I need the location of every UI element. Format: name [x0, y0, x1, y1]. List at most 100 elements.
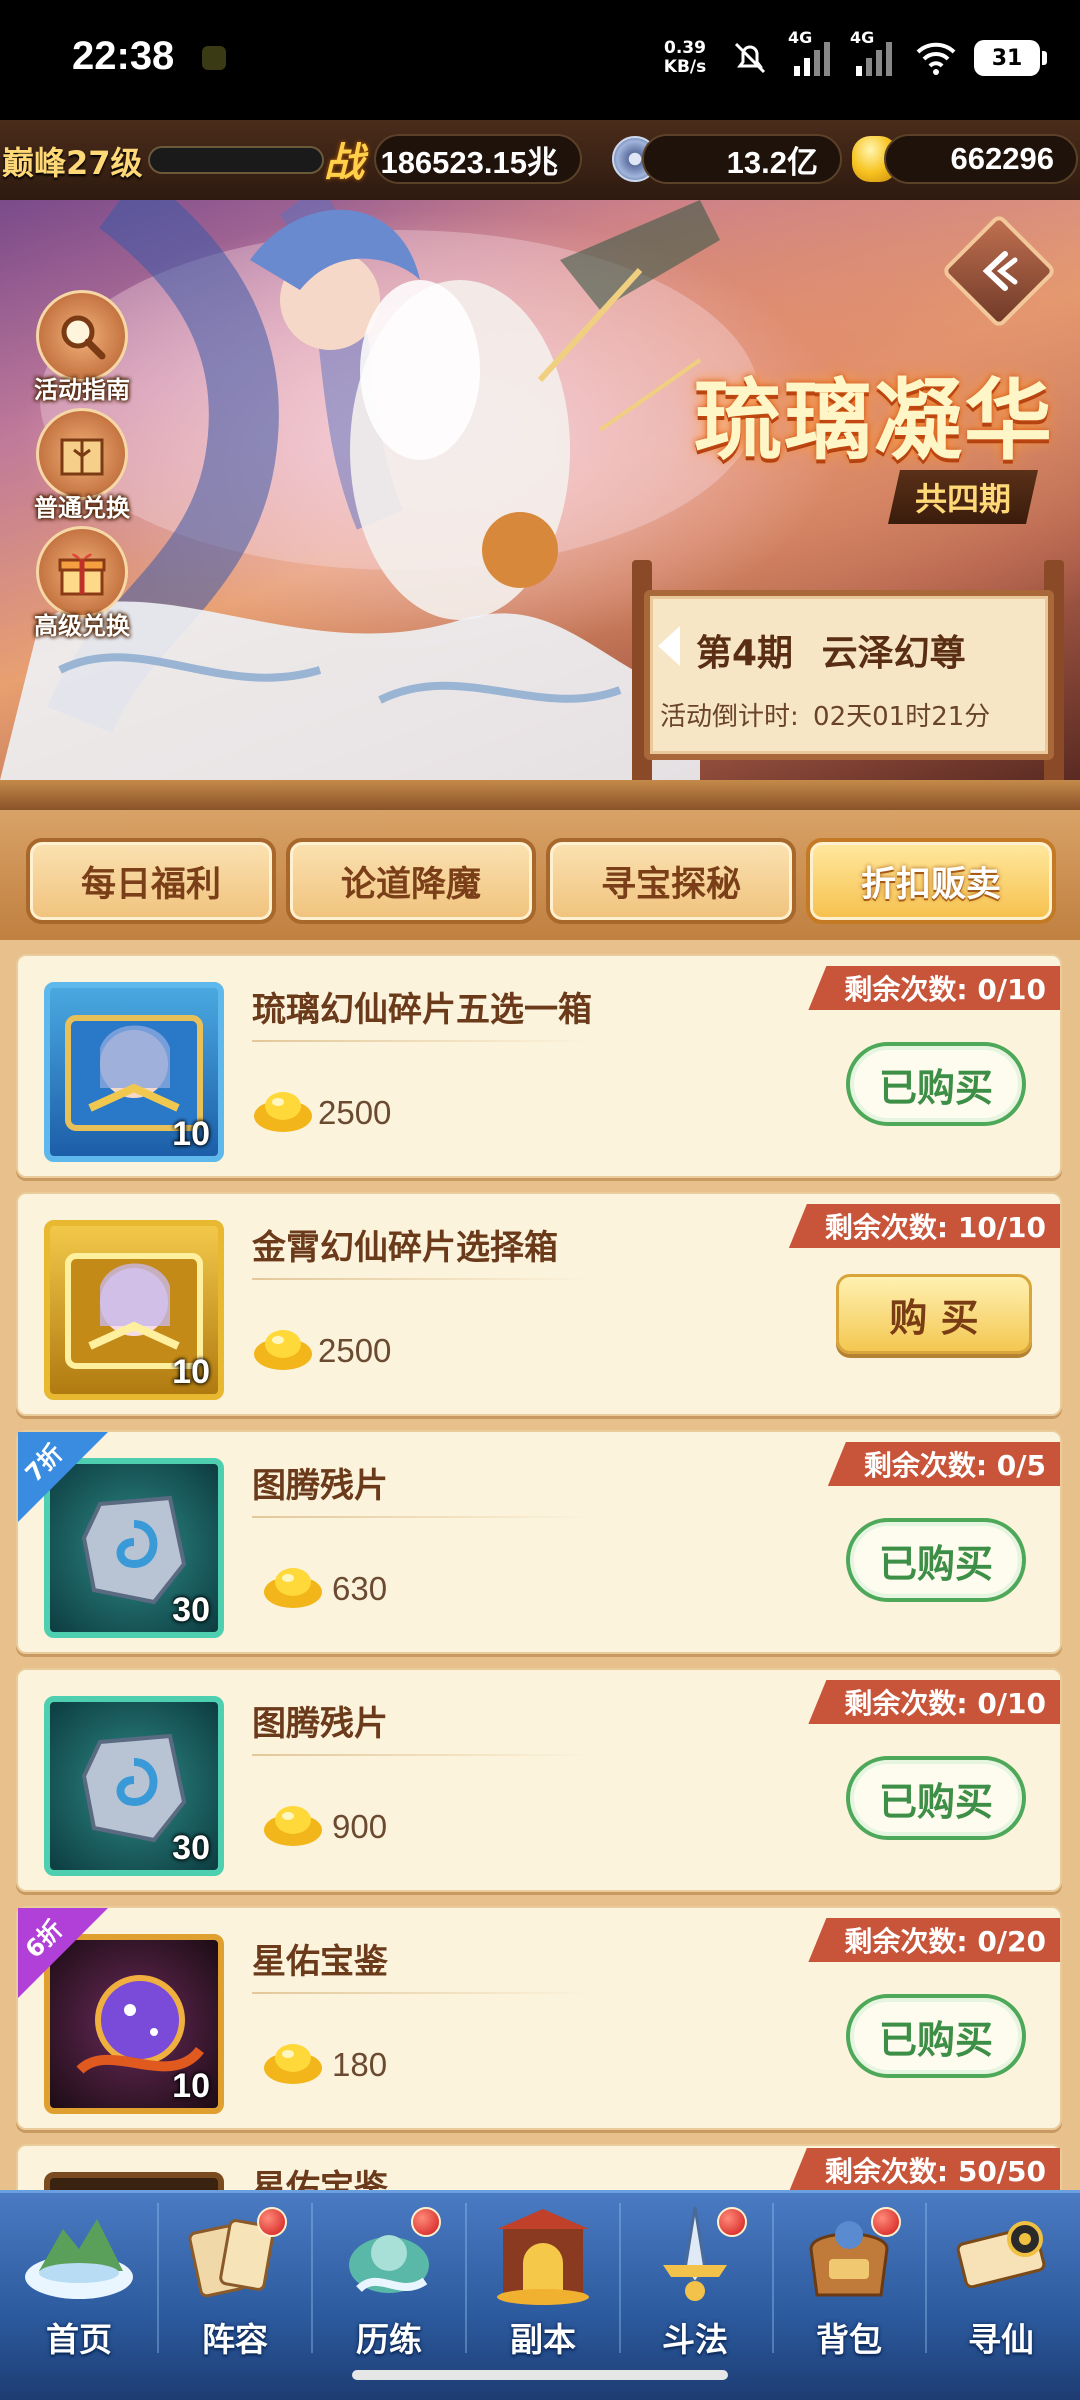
- player-level: 巅峰27级: [2, 144, 143, 182]
- net-speed-unit: KB/s: [663, 57, 707, 77]
- item-count: 10: [172, 1353, 210, 1391]
- advanced-exchange-button[interactable]: 高级兑换: [22, 526, 142, 646]
- nav-dungeon[interactable]: 副本: [468, 2199, 618, 2359]
- shop-item-card: 10 琉璃幻仙碎片五选一箱 2500 剩余次数: 0/10 已购买: [16, 954, 1062, 1178]
- item-icon-frame: 10: [44, 1934, 224, 2114]
- period-number: 第4期: [696, 633, 794, 674]
- net-speed-value: 0.39: [664, 38, 706, 58]
- status-bar: 22:38 0.39 KB/s 4G 4G 31: [0, 0, 1080, 120]
- remaining-count: 剩余次数: 0/5: [827, 1442, 1060, 1486]
- status-time: 22:38: [72, 34, 175, 78]
- item-price: 2500: [318, 1094, 392, 1131]
- remaining-count: 剩余次数: 50/50: [788, 2148, 1060, 2190]
- nav-backpack[interactable]: 背包: [774, 2199, 924, 2359]
- coin-value: 13.2亿: [642, 134, 842, 184]
- notification-badge: [257, 2207, 287, 2237]
- shop-item-card: 30 图腾残片 900 剩余次数: 0/10 已购买: [16, 1668, 1062, 1892]
- nav-battle-label: 斗法: [662, 2320, 728, 2359]
- item-icon-frame: 10: [44, 1220, 224, 1400]
- tab-bar: 每日福利 论道降魔 寻宝探秘 折扣贩卖: [0, 810, 1080, 940]
- item-count: 10: [172, 1115, 210, 1153]
- item-icon-frame: 30: [44, 1458, 224, 1638]
- buy-button[interactable]: 购 买: [836, 1274, 1032, 1354]
- item-count: 30: [172, 1591, 210, 1629]
- nav-training-label: 历练: [356, 2320, 422, 2359]
- tab-daily-welfare[interactable]: 每日福利: [26, 838, 276, 924]
- nav-training[interactable]: 历练: [314, 2199, 464, 2359]
- countdown-label: 活动倒计时:: [660, 702, 799, 732]
- tab-dao-battle[interactable]: 论道降魔: [286, 838, 536, 924]
- shop-list[interactable]: 10 琉璃幻仙碎片五选一箱 2500 剩余次数: 0/10 已购买 10 金霄幻…: [0, 940, 1080, 2190]
- tab-treasure-hunt[interactable]: 寻宝探秘: [546, 838, 796, 924]
- nav-separator: [157, 2203, 159, 2353]
- divider: [252, 1516, 592, 1518]
- period-title: 第4期 云泽幻尊: [696, 624, 966, 676]
- prev-period-icon[interactable]: [658, 626, 680, 666]
- item-icon-frame: 30: [44, 1696, 224, 1876]
- training-icon: [329, 2199, 449, 2309]
- normal-exchange-label: 普通兑换: [34, 494, 130, 522]
- notification-badge: [411, 2207, 441, 2237]
- nav-battle[interactable]: 斗法: [620, 2199, 770, 2359]
- item-name: 琉璃幻仙碎片五选一箱: [252, 990, 592, 1030]
- power-icon: 战: [324, 140, 364, 186]
- nav-formation-label: 阵容: [202, 2320, 268, 2359]
- tab-discount-sale[interactable]: 折扣贩卖: [806, 838, 1056, 924]
- purchased-button[interactable]: 已购买: [846, 1042, 1026, 1126]
- gift-box-icon: [36, 408, 128, 500]
- shop-item-card: 10 6折 星佑宝鉴 180 剩余次数: 0/20 已购买: [16, 1906, 1062, 2130]
- item-name: 图腾残片: [252, 1704, 388, 1744]
- item-count: 30: [172, 1829, 210, 1867]
- event-title: 琉璃凝华: [693, 368, 1054, 472]
- item-count: 10: [172, 2067, 210, 2105]
- nav-formation[interactable]: 阵容: [160, 2199, 310, 2359]
- dungeon-gate-icon: [483, 2199, 603, 2309]
- normal-exchange-button[interactable]: 普通兑换: [22, 408, 142, 528]
- item-price: 900: [332, 1808, 388, 1845]
- shop-item-card: 30 7折 图腾残片 630 剩余次数: 0/5 已购买: [16, 1430, 1062, 1654]
- wifi-icon: [912, 34, 960, 82]
- nav-separator: [311, 2203, 313, 2353]
- nav-seek-immortal[interactable]: 寻仙: [926, 2199, 1076, 2359]
- home-indicator[interactable]: [352, 2370, 728, 2380]
- gold-ingot-icon: [254, 1092, 312, 1132]
- gold-ingot-icon: [264, 1568, 322, 1608]
- divider: [252, 1754, 592, 1756]
- notification-dot-icon: [202, 46, 226, 70]
- item-icon-frame: 10: [44, 982, 224, 1162]
- event-banner: 活动指南 普通兑换 高级兑换 琉璃凝华 共四期 第4期 云泽幻尊 活动倒计时: …: [0, 200, 1080, 780]
- item-price: 180: [332, 2046, 388, 2083]
- purchased-button[interactable]: 已购买: [846, 1518, 1026, 1602]
- purchased-button[interactable]: 已购买: [846, 1756, 1026, 1840]
- power-value: 186523.15兆: [374, 134, 582, 184]
- nav-backpack-label: 背包: [816, 2320, 882, 2359]
- gold-ingot-icon: [264, 2044, 322, 2084]
- gold-ingot-icon: [264, 1806, 322, 1846]
- item-name: 星佑宝鉴: [252, 1942, 388, 1982]
- purchased-button[interactable]: 已购买: [846, 1994, 1026, 2078]
- divider: [252, 1278, 592, 1280]
- gold-ingot-icon: [254, 1330, 312, 1370]
- nav-seek-immortal-label: 寻仙: [968, 2320, 1034, 2359]
- resource-bar: 巅峰27级 战 186523.15兆 13.2亿 662296: [0, 120, 1080, 200]
- advanced-exchange-label: 高级兑换: [34, 612, 130, 640]
- countdown: 活动倒计时: 02天01时21分: [660, 696, 990, 733]
- activity-guide-button[interactable]: 活动指南: [22, 290, 142, 410]
- nav-home[interactable]: 首页: [4, 2199, 154, 2359]
- remaining-count: 剩余次数: 0/10: [808, 966, 1060, 1010]
- item-price: 2500: [318, 1332, 392, 1369]
- gift-icon: [36, 526, 128, 618]
- gold-value: 662296: [884, 134, 1078, 184]
- nav-home-label: 首页: [46, 2320, 112, 2359]
- formation-cards-icon: [175, 2199, 295, 2309]
- countdown-value: 02天01时21分: [813, 702, 991, 732]
- scroll-icon: [941, 2199, 1061, 2309]
- bottom-nav: 首页 阵容 历练 副本 斗法 背包 寻仙: [0, 2190, 1080, 2400]
- remaining-count: 剩余次数: 10/10: [788, 1204, 1060, 1248]
- battery-icon: 31: [974, 40, 1047, 76]
- signal-icon: 4G: [850, 28, 898, 82]
- divider: [252, 1992, 592, 1994]
- activity-guide-label: 活动指南: [34, 376, 130, 404]
- signal-2-label: 4G: [850, 28, 875, 47]
- status-icons: 0.39 KB/s 4G 4G 31: [658, 28, 1047, 86]
